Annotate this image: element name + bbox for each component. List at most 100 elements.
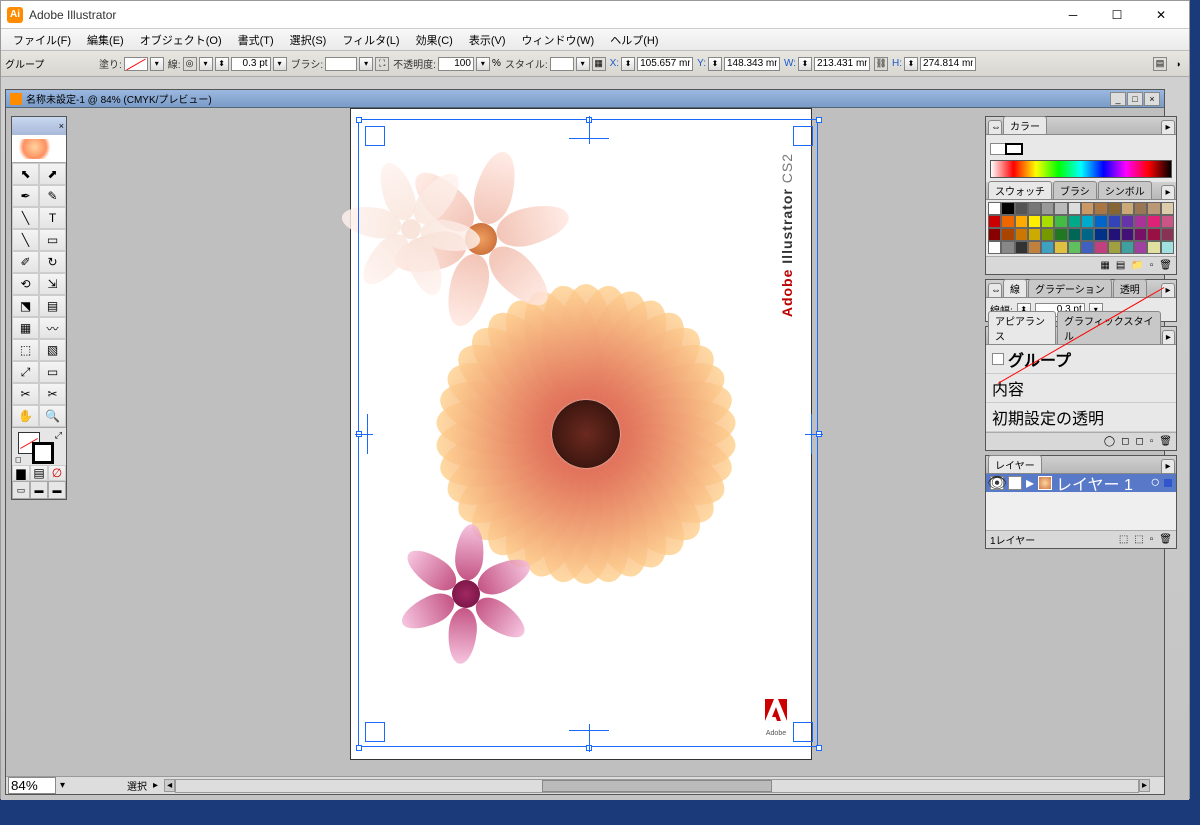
- menu-edit[interactable]: 編集(E): [79, 30, 132, 50]
- menu-window[interactable]: ウィンドウ(W): [514, 30, 603, 50]
- eyedropper-tool[interactable]: ⤢: [12, 361, 39, 383]
- swatch[interactable]: [1121, 241, 1134, 254]
- swatch[interactable]: [1134, 241, 1147, 254]
- swatch[interactable]: [1001, 228, 1014, 241]
- swatch[interactable]: [1108, 228, 1121, 241]
- x-stepper-icon[interactable]: ⬍: [621, 57, 635, 71]
- swatch[interactable]: [1134, 228, 1147, 241]
- swap-fill-stroke-icon[interactable]: ⤢: [55, 430, 62, 441]
- swatch[interactable]: [1001, 202, 1014, 215]
- swatch-grid[interactable]: [988, 202, 1174, 254]
- stroke-weight-input[interactable]: [231, 57, 271, 71]
- slice-tool[interactable]: ✂: [12, 383, 39, 405]
- free-transform-tool[interactable]: ▤: [39, 295, 66, 317]
- maximize-button[interactable]: ☐: [1095, 2, 1139, 28]
- layers-panel-menu-icon[interactable]: ▸: [1161, 459, 1175, 473]
- duplicate-item-icon[interactable]: ▫: [1150, 436, 1154, 447]
- menu-help[interactable]: ヘルプ(H): [602, 30, 666, 50]
- swatch[interactable]: [1041, 202, 1054, 215]
- swatch[interactable]: [1094, 202, 1107, 215]
- selection-handle[interactable]: [816, 431, 822, 437]
- y-stepper-icon[interactable]: ⬍: [708, 57, 722, 71]
- blend-tool[interactable]: ▭: [39, 361, 66, 383]
- layer-target-icon[interactable]: ○: [1150, 474, 1160, 492]
- swatch[interactable]: [1081, 215, 1094, 228]
- h-input[interactable]: [920, 57, 976, 71]
- swatch[interactable]: [1068, 228, 1081, 241]
- gradient-tab[interactable]: グラデーション: [1028, 279, 1112, 297]
- swatch[interactable]: [1054, 202, 1067, 215]
- swatch[interactable]: [1161, 228, 1174, 241]
- swatch[interactable]: [1041, 228, 1054, 241]
- swatch[interactable]: [1161, 215, 1174, 228]
- color-panel-menu-icon[interactable]: ▸: [1161, 120, 1175, 134]
- screen-mode-normal-button[interactable]: ▭: [12, 481, 30, 499]
- swatch[interactable]: [1081, 228, 1094, 241]
- doc-minimize-button[interactable]: _: [1110, 92, 1126, 106]
- opacity-dropdown-icon[interactable]: ▾: [476, 57, 490, 71]
- menu-view[interactable]: 表示(V): [461, 30, 514, 50]
- swatch[interactable]: [1094, 228, 1107, 241]
- swatch[interactable]: [1161, 202, 1174, 215]
- stroke-panel-collapse-icon[interactable]: ⇔: [988, 283, 1002, 297]
- controlbar-flyout-icon[interactable]: ◑: [1171, 57, 1185, 71]
- hand-tool[interactable]: ✋: [12, 405, 39, 427]
- status-dropdown-icon[interactable]: ▸: [147, 780, 164, 791]
- rotate-tool[interactable]: ↻: [39, 251, 66, 273]
- paintbrush-tool[interactable]: ✐: [12, 251, 39, 273]
- swatch[interactable]: [1041, 215, 1054, 228]
- swatch[interactable]: [988, 228, 1001, 241]
- zoom-input[interactable]: [8, 777, 56, 794]
- color-tab[interactable]: カラー: [1003, 116, 1047, 134]
- brushes-tab[interactable]: ブラシ: [1053, 181, 1097, 199]
- new-art-icon[interactable]: ◯: [1104, 436, 1115, 447]
- swatch[interactable]: [1108, 241, 1121, 254]
- menu-file[interactable]: ファイル(F): [5, 30, 79, 50]
- scissors-tool[interactable]: ✂: [39, 383, 66, 405]
- controlbar-menu-icon[interactable]: ▤: [1153, 57, 1167, 71]
- swatch[interactable]: [1094, 215, 1107, 228]
- new-swatch-icon[interactable]: ▫: [1150, 260, 1154, 271]
- layer-name[interactable]: レイヤー 1: [1056, 471, 1133, 495]
- swatch[interactable]: [1147, 241, 1160, 254]
- swatch[interactable]: [1015, 228, 1028, 241]
- swatch[interactable]: [1094, 241, 1107, 254]
- close-button[interactable]: ✕: [1139, 2, 1183, 28]
- fill-dropdown-icon[interactable]: ▾: [150, 57, 164, 71]
- style-swatch[interactable]: [550, 57, 574, 71]
- make-clipping-mask-icon[interactable]: ⬚: [1119, 534, 1128, 545]
- reflect-tool[interactable]: ⟲: [12, 273, 39, 295]
- new-layer-icon[interactable]: ▫: [1150, 534, 1154, 545]
- warp-tool[interactable]: ⬔: [12, 295, 39, 317]
- delete-item-icon[interactable]: 🗑: [1159, 436, 1172, 447]
- layers-tab[interactable]: レイヤー: [988, 455, 1042, 473]
- swatch[interactable]: [1054, 228, 1067, 241]
- hscroll-right-icon[interactable]: ▸: [1139, 779, 1150, 792]
- swatch[interactable]: [988, 241, 1001, 254]
- style-dropdown-icon[interactable]: ▾: [576, 57, 590, 71]
- swatch[interactable]: [1081, 241, 1094, 254]
- color-panel-collapse-icon[interactable]: ⇔: [988, 120, 1002, 134]
- swatch[interactable]: [1068, 241, 1081, 254]
- swatch[interactable]: [1001, 241, 1014, 254]
- swatch[interactable]: [1068, 202, 1081, 215]
- doc-maximize-button[interactable]: □: [1127, 92, 1143, 106]
- swatch[interactable]: [1081, 202, 1094, 215]
- horizontal-scrollbar[interactable]: [175, 779, 1139, 793]
- rectangle-tool[interactable]: ▭: [39, 229, 66, 251]
- opacity-input[interactable]: [438, 57, 474, 71]
- graph-tool[interactable]: 〰: [39, 317, 66, 339]
- delete-swatch-icon[interactable]: 🗑: [1159, 260, 1172, 271]
- swatch[interactable]: [1147, 215, 1160, 228]
- type-tool[interactable]: T: [39, 207, 66, 229]
- swatch[interactable]: [1121, 228, 1134, 241]
- swatch[interactable]: [1028, 202, 1041, 215]
- direct-selection-tool[interactable]: ⬈: [39, 163, 66, 185]
- constrain-link-icon[interactable]: ⛓: [874, 57, 888, 71]
- swatch[interactable]: [1028, 228, 1041, 241]
- reduce-appearance-icon[interactable]: ◻: [1135, 436, 1143, 447]
- swatch[interactable]: [988, 215, 1001, 228]
- layer-row[interactable]: 👁 ▸ レイヤー 1 ○: [986, 474, 1176, 492]
- swatch[interactable]: [988, 202, 1001, 215]
- stroke-weight-dropdown-icon[interactable]: ▾: [273, 57, 287, 71]
